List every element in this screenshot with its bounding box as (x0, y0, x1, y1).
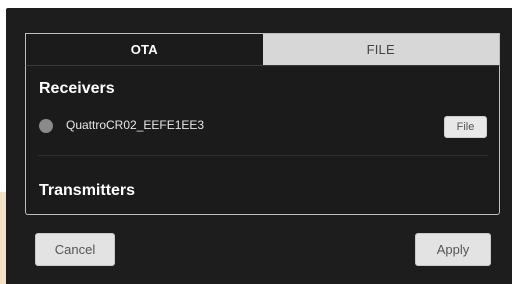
tab-panel: Receivers QuattroCR02_EEFE1EE3 File Tran… (25, 65, 500, 215)
tab-bar: OTA FILE (25, 33, 500, 65)
receiver-name: QuattroCR02_EEFE1EE3 (66, 118, 205, 132)
section-divider (38, 155, 488, 156)
tab-file[interactable]: FILE (262, 34, 499, 65)
receivers-heading: Receivers (39, 80, 115, 97)
tab-ota[interactable]: OTA (26, 34, 263, 65)
cancel-button[interactable]: Cancel (35, 233, 115, 266)
apply-button[interactable]: Apply (415, 233, 491, 266)
transmitters-heading: Transmitters (39, 182, 136, 199)
receiver-file-button[interactable]: File (444, 116, 487, 138)
receiver-row: QuattroCR02_EEFE1EE3 File (38, 114, 488, 140)
status-dot-icon (39, 119, 53, 133)
